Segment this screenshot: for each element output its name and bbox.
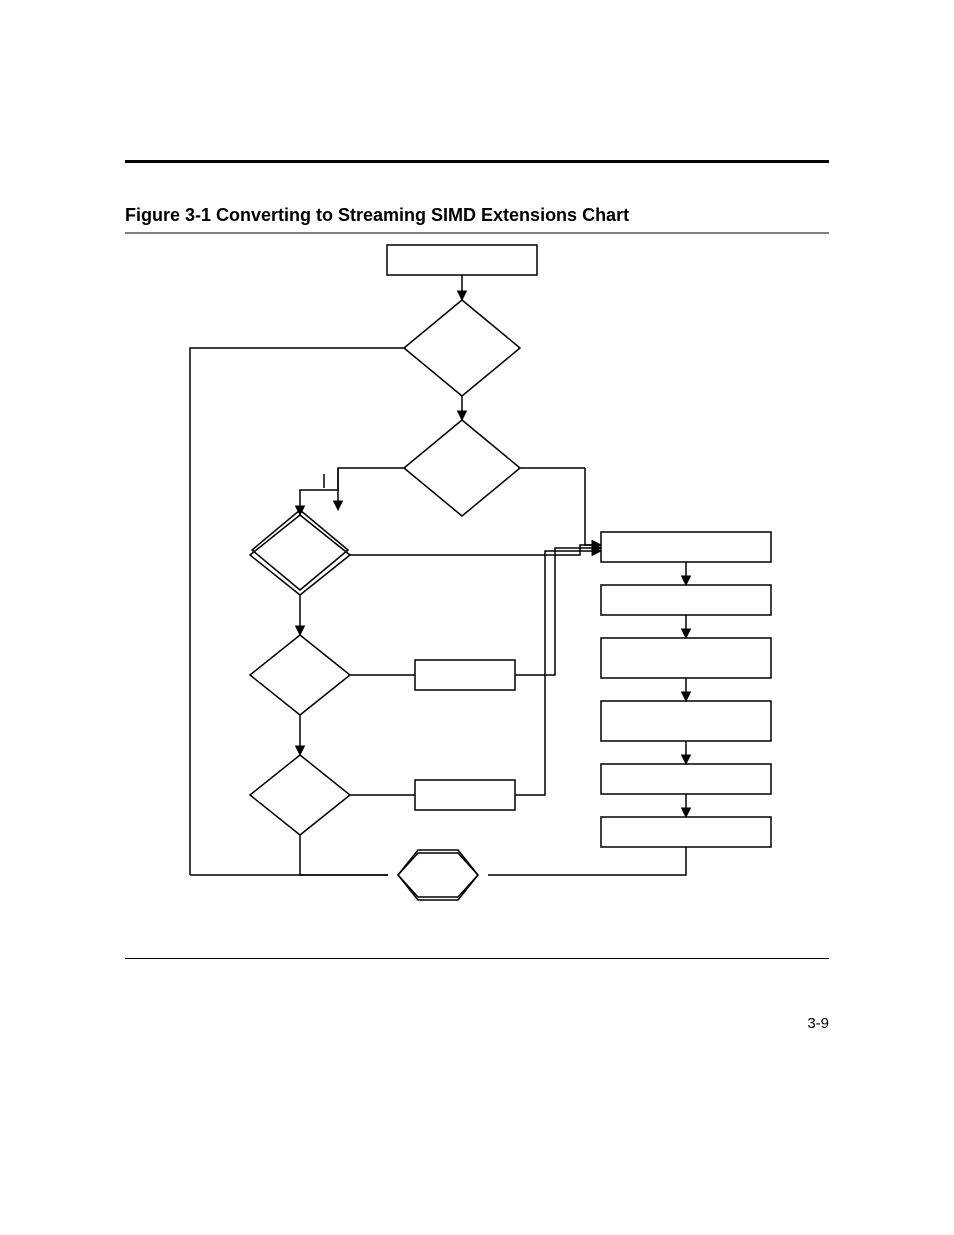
edge: [190, 348, 404, 875]
node-r6: [601, 817, 771, 847]
page-number: 3-9: [807, 1015, 829, 1032]
edge: [350, 545, 601, 555]
edge: [300, 468, 338, 515]
edge: [338, 468, 404, 490]
edge: [488, 847, 686, 875]
node-d3: [252, 510, 348, 590]
node-r1: [601, 532, 771, 562]
edge: [515, 551, 601, 795]
node-start: [387, 245, 537, 275]
node-p2: [415, 780, 515, 810]
figure-bottom-rule: [125, 958, 829, 959]
node-p1: [415, 660, 515, 690]
node-d3b: [250, 515, 350, 595]
node-r4: [601, 701, 771, 741]
node-d5: [250, 755, 350, 835]
edge: [300, 835, 388, 875]
page: Figure 3-1 Converting to Streaming SIMD …: [0, 0, 954, 1235]
node-d4: [250, 635, 350, 715]
flowchart-svg: [125, 230, 829, 950]
flowchart-figure: [125, 230, 829, 955]
figure-caption: Figure 3-1 Converting to Streaming SIMD …: [125, 205, 629, 226]
edge: [585, 468, 601, 545]
node-r5: [601, 764, 771, 794]
top-rule: [125, 160, 829, 163]
edge: [515, 548, 601, 675]
node-d1: [404, 300, 520, 396]
node-r3: [601, 638, 771, 678]
node-d2: [404, 420, 520, 516]
node-r2: [601, 585, 771, 615]
node-hex2: [398, 850, 478, 900]
